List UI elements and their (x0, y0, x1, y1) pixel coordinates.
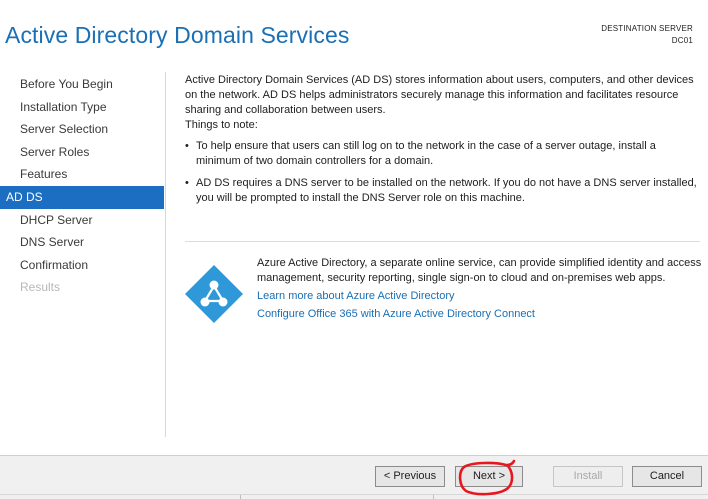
azure-description: Azure Active Directory, a separate onlin… (257, 257, 702, 284)
azure-ad-section: Azure Active Directory, a separate onlin… (257, 256, 705, 322)
wizard-title: Active Directory Domain Services (5, 22, 350, 48)
status-strip-divider (240, 495, 241, 499)
nav-item-server-selection[interactable]: Server Selection (0, 118, 164, 141)
nav-item-confirmation[interactable]: Confirmation (0, 254, 164, 277)
things-to-note-heading: Things to note: (185, 119, 258, 131)
learn-more-azure-link[interactable]: Learn more about Azure Active Directory (257, 289, 705, 304)
section-divider (185, 241, 700, 242)
intro-text: Active Directory Domain Services (AD DS)… (185, 74, 694, 116)
status-strip (0, 494, 708, 499)
destination-server: DESTINATION SERVER DC01 (601, 23, 693, 47)
nav-divider (165, 72, 166, 437)
nav-item-server-roles[interactable]: Server Roles (0, 141, 164, 164)
cancel-button[interactable]: Cancel (632, 466, 702, 487)
previous-button[interactable]: < Previous (375, 466, 445, 487)
note-item: AD DS requires a DNS server to be instal… (185, 176, 700, 206)
nav-item-ad-ds[interactable]: AD DS (0, 185, 164, 209)
wizard-footer: < Previous Next > Install Cancel (0, 456, 708, 499)
azure-ad-icon (185, 265, 243, 323)
nav-item-dhcp-server[interactable]: DHCP Server (0, 209, 164, 232)
nav-item-installation-type[interactable]: Installation Type (0, 96, 164, 119)
status-strip-divider (433, 495, 434, 499)
destination-server-label: DESTINATION SERVER (601, 24, 693, 33)
note-item: To help ensure that users can still log … (185, 139, 700, 169)
nav-item-features[interactable]: Features (0, 163, 164, 186)
nav-item-results: Results (20, 280, 61, 295)
configure-office365-link[interactable]: Configure Office 365 with Azure Active D… (257, 307, 705, 322)
notes-list: To help ensure that users can still log … (185, 139, 700, 206)
nav-item-before-you-begin[interactable]: Before You Begin (0, 73, 164, 96)
wizard-nav: Before You Begin Installation Type Serve… (0, 73, 164, 299)
nav-item-dns-server[interactable]: DNS Server (0, 231, 164, 254)
main-content: Active Directory Domain Services (AD DS)… (185, 73, 700, 213)
destination-server-name: DC01 (671, 36, 693, 45)
next-button[interactable]: Next > (455, 466, 523, 487)
install-button: Install (553, 466, 623, 487)
